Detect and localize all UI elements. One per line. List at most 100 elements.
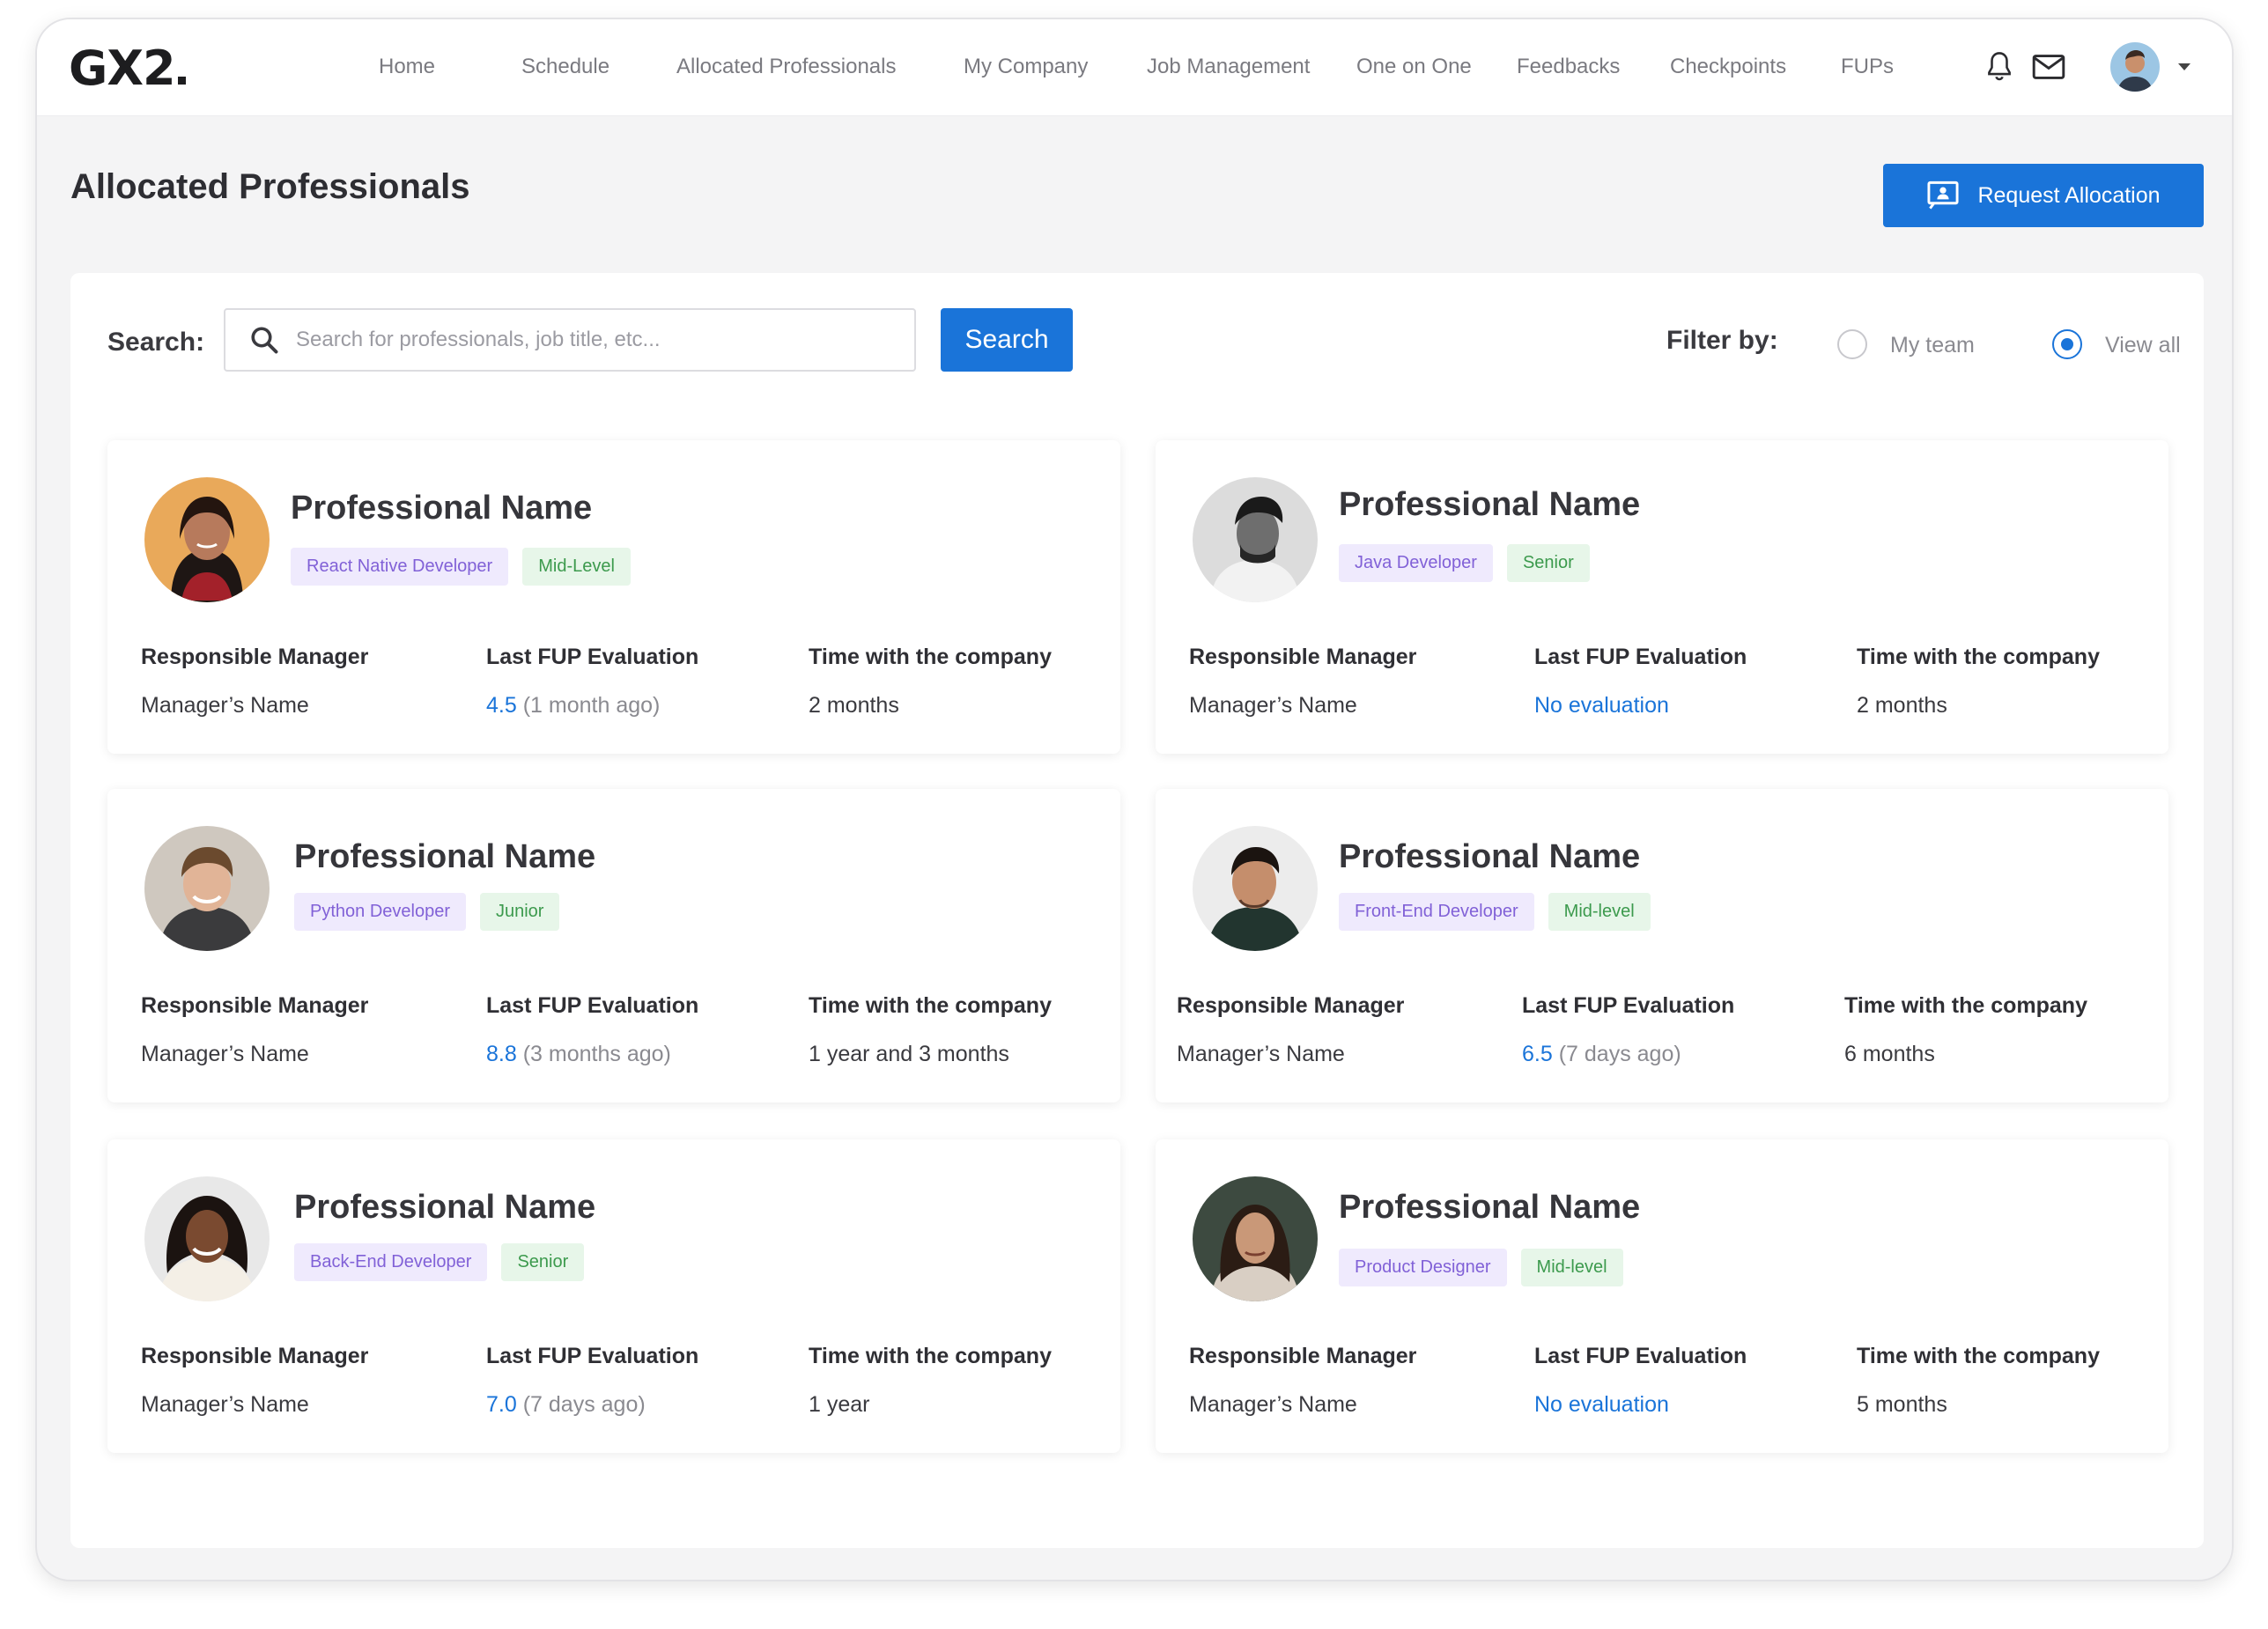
time-value: 1 year and 3 months bbox=[809, 1042, 1009, 1066]
nav-schedule[interactable]: Schedule bbox=[521, 55, 609, 79]
professional-name: Professional Name bbox=[1339, 838, 1641, 875]
fup-ago: (1 month ago) bbox=[522, 693, 661, 718]
time-label: Time with the company bbox=[809, 1344, 1052, 1368]
search-box[interactable] bbox=[224, 308, 916, 372]
nav-job-management[interactable]: Job Management bbox=[1147, 55, 1310, 79]
professional-card[interactable]: Professional Name React Native Developer… bbox=[107, 440, 1120, 754]
tag-group: Front-End Developer Mid-level bbox=[1339, 893, 1651, 931]
fup-ago: (7 days ago) bbox=[1558, 1042, 1681, 1066]
manager-column: Responsible Manager Manager’s Name bbox=[141, 645, 368, 719]
time-column: Time with the company 1 year bbox=[809, 1344, 1052, 1418]
fup-label: Last FUP Evaluation bbox=[486, 1344, 699, 1368]
role-tag: React Native Developer bbox=[291, 548, 509, 586]
nav-home[interactable]: Home bbox=[379, 55, 435, 79]
time-value: 2 months bbox=[1857, 693, 1947, 718]
filter-label: Filter by: bbox=[1666, 326, 1778, 355]
professional-name: Professional Name bbox=[291, 490, 593, 527]
professional-avatar bbox=[1193, 826, 1318, 951]
tag-group: Java Developer Senior bbox=[1339, 544, 1590, 582]
time-label: Time with the company bbox=[809, 645, 1052, 669]
manager-column: Responsible Manager Manager’s Name bbox=[141, 993, 368, 1067]
time-value: 2 months bbox=[809, 693, 899, 718]
time-value: 6 months bbox=[1844, 1042, 1935, 1066]
manager-value: Manager’s Name bbox=[141, 693, 309, 718]
fup-score: 8.8 bbox=[486, 1042, 517, 1066]
nav-my-company[interactable]: My Company bbox=[964, 55, 1088, 79]
nav-feedbacks[interactable]: Feedbacks bbox=[1517, 55, 1620, 79]
logo-text: GX2 bbox=[69, 41, 176, 96]
fup-score: 7.0 bbox=[486, 1392, 517, 1417]
fup-label: Last FUP Evaluation bbox=[1522, 993, 1735, 1018]
role-tag: Product Designer bbox=[1339, 1249, 1507, 1286]
fup-column: Last FUP Evaluation 7.0 (7 days ago) bbox=[486, 1344, 698, 1418]
fup-column: Last FUP Evaluation 4.5 (1 month ago) bbox=[486, 645, 698, 719]
radio-view-all-label[interactable]: View all bbox=[2105, 333, 2181, 358]
level-tag: Senior bbox=[1506, 544, 1590, 582]
professional-card[interactable]: Professional Name Back-End Developer Sen… bbox=[107, 1139, 1120, 1453]
fup-column: Last FUP Evaluation 6.5 (7 days ago) bbox=[1522, 993, 1734, 1067]
manager-column: Responsible Manager Manager’s Name bbox=[1177, 993, 1404, 1067]
level-tag: Junior bbox=[479, 893, 560, 931]
manager-value: Manager’s Name bbox=[1189, 693, 1357, 718]
professional-card[interactable]: Professional Name Python Developer Junio… bbox=[107, 789, 1120, 1102]
manager-column: Responsible Manager Manager’s Name bbox=[141, 1344, 368, 1418]
professional-avatar bbox=[144, 477, 270, 602]
nav-allocated-professionals[interactable]: Allocated Professionals bbox=[676, 55, 896, 79]
fup-column: Last FUP Evaluation No evaluation bbox=[1534, 1344, 1747, 1418]
user-avatar[interactable] bbox=[2110, 42, 2160, 92]
fup-score[interactable]: No evaluation bbox=[1534, 1392, 1669, 1417]
fup-column: Last FUP Evaluation No evaluation bbox=[1534, 645, 1747, 719]
manager-value: Manager’s Name bbox=[1189, 1392, 1357, 1417]
fup-ago: (3 months ago) bbox=[522, 1042, 671, 1066]
presentation-icon bbox=[1927, 181, 1959, 210]
manager-value: Manager’s Name bbox=[141, 1042, 309, 1066]
radio-my-team[interactable] bbox=[1837, 329, 1867, 359]
time-label: Time with the company bbox=[809, 993, 1052, 1018]
professional-name: Professional Name bbox=[1339, 1189, 1641, 1226]
app-window: GX2 Home Schedule Allocated Professional… bbox=[35, 18, 2234, 1581]
manager-label: Responsible Manager bbox=[141, 645, 369, 669]
level-tag: Mid-Level bbox=[522, 548, 631, 586]
tag-group: React Native Developer Mid-Level bbox=[291, 548, 631, 586]
professional-card[interactable]: Professional Name Front-End Developer Mi… bbox=[1156, 789, 2168, 1102]
tag-group: Product Designer Mid-level bbox=[1339, 1249, 1623, 1286]
radio-view-all[interactable] bbox=[2052, 329, 2082, 359]
nav-checkpoints[interactable]: Checkpoints bbox=[1670, 55, 1786, 79]
time-value: 1 year bbox=[809, 1392, 870, 1417]
time-value: 5 months bbox=[1857, 1392, 1947, 1417]
chevron-down-icon[interactable] bbox=[2172, 55, 2197, 79]
search-input[interactable] bbox=[296, 328, 895, 352]
professionals-panel: Search: Search Filter by: My team View a… bbox=[70, 273, 2204, 1548]
time-label: Time with the company bbox=[1844, 993, 2087, 1018]
level-tag: Senior bbox=[501, 1243, 585, 1281]
time-column: Time with the company 1 year and 3 month… bbox=[809, 993, 1052, 1067]
professional-card[interactable]: Professional Name Java Developer Senior … bbox=[1156, 440, 2168, 754]
logo[interactable]: GX2 bbox=[69, 41, 186, 96]
professional-avatar bbox=[144, 826, 270, 951]
fup-column: Last FUP Evaluation 8.8 (3 months ago) bbox=[486, 993, 698, 1067]
role-tag: Back-End Developer bbox=[294, 1243, 488, 1281]
professional-avatar bbox=[1193, 1176, 1318, 1301]
fup-score[interactable]: No evaluation bbox=[1534, 693, 1669, 718]
time-column: Time with the company 5 months bbox=[1857, 1344, 2100, 1418]
bell-icon[interactable] bbox=[1980, 48, 2019, 86]
fup-ago: (7 days ago) bbox=[522, 1392, 646, 1417]
manager-value: Manager’s Name bbox=[1177, 1042, 1345, 1066]
professional-card[interactable]: Professional Name Product Designer Mid-l… bbox=[1156, 1139, 2168, 1453]
professional-avatar bbox=[144, 1176, 270, 1301]
manager-label: Responsible Manager bbox=[1189, 645, 1417, 669]
page-title: Allocated Professionals bbox=[70, 167, 470, 206]
radio-my-team-label[interactable]: My team bbox=[1890, 333, 1975, 358]
search-button[interactable]: Search bbox=[941, 308, 1073, 372]
manager-label: Responsible Manager bbox=[141, 1344, 369, 1368]
manager-label: Responsible Manager bbox=[1177, 993, 1405, 1018]
fup-label: Last FUP Evaluation bbox=[486, 645, 699, 669]
nav-one-on-one[interactable]: One on One bbox=[1356, 55, 1472, 79]
fup-label: Last FUP Evaluation bbox=[486, 993, 699, 1018]
tag-group: Back-End Developer Senior bbox=[294, 1243, 585, 1281]
mail-icon[interactable] bbox=[2029, 48, 2068, 86]
request-allocation-button[interactable]: Request Allocation bbox=[1883, 164, 2204, 227]
nav-fups[interactable]: FUPs bbox=[1841, 55, 1894, 79]
tag-group: Python Developer Junior bbox=[294, 893, 560, 931]
manager-label: Responsible Manager bbox=[141, 993, 369, 1018]
